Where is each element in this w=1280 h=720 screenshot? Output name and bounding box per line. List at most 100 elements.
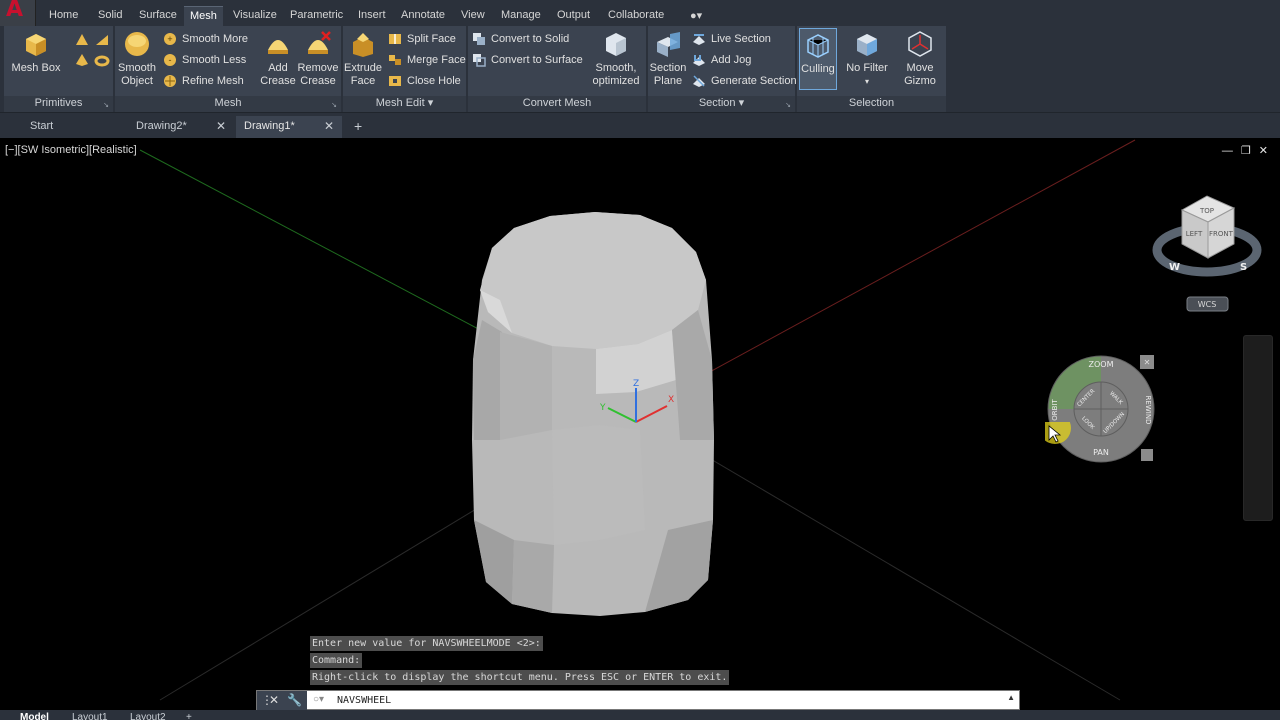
- close-icon[interactable]: ✕: [324, 116, 334, 136]
- layout-tab-layout2[interactable]: Layout2: [130, 712, 166, 720]
- tab-manage[interactable]: Manage: [501, 9, 541, 21]
- panel-launcher-icon[interactable]: ↘: [785, 101, 791, 109]
- smooth-more-button[interactable]: + Smooth More: [163, 30, 248, 48]
- convert-to-solid-label: Convert to Solid: [491, 33, 570, 45]
- split-face-button[interactable]: Split Face: [388, 30, 456, 48]
- mesh-wedge-icon[interactable]: [94, 32, 110, 48]
- tab-annotate[interactable]: Annotate: [401, 9, 445, 21]
- panel-mesh-edit: Extrude Face Split Face Merge Face Close…: [343, 26, 467, 112]
- minimize-icon[interactable]: —: [1222, 145, 1233, 157]
- panel-title-mesh[interactable]: Mesh: [115, 96, 341, 112]
- tab-home[interactable]: Home: [49, 9, 78, 21]
- tab-insert[interactable]: Insert: [358, 9, 386, 21]
- close-icon[interactable]: ✕: [1259, 145, 1268, 157]
- navwheel-menu-button[interactable]: [1141, 449, 1153, 461]
- no-filter-dropdown[interactable]: No Filter ▾: [841, 30, 893, 88]
- mesh-pyramid-icon[interactable]: [74, 52, 90, 68]
- close-icon[interactable]: ✕: [216, 116, 226, 136]
- culling-icon: [807, 34, 829, 58]
- mesh-cone-icon[interactable]: [74, 32, 90, 48]
- navwheel-rewind[interactable]: REWIND: [1144, 396, 1152, 425]
- smooth-optimized-dropdown[interactable]: Smooth, optimized: [588, 30, 644, 88]
- customize-wrench-icon[interactable]: 🔧: [287, 693, 302, 707]
- tab-mesh[interactable]: Mesh: [184, 6, 223, 26]
- restore-icon[interactable]: ❐: [1241, 145, 1251, 157]
- tab-collaborate[interactable]: Collaborate: [608, 9, 664, 21]
- command-line: ⋮ ✕ 🔧 ○▾ ▲: [256, 690, 1020, 711]
- viewport-controls-label[interactable]: [−][SW Isometric][Realistic]: [5, 144, 137, 156]
- navwheel-pan[interactable]: PAN: [1093, 448, 1109, 457]
- layout-tab-layout1[interactable]: Layout1: [72, 712, 108, 720]
- convert-mesh-title: Convert Mesh: [522, 97, 592, 109]
- section-plane-button[interactable]: Section Plane: [648, 30, 688, 88]
- doc-tab-start[interactable]: Start: [22, 116, 122, 138]
- remove-crease-button[interactable]: Remove Crease: [297, 30, 339, 88]
- layout-tab-model[interactable]: Model: [20, 712, 49, 720]
- move-gizmo-dropdown[interactable]: Move Gizmo: [897, 30, 943, 88]
- panel-title-primitives[interactable]: Primitives: [4, 96, 113, 112]
- panel-launcher-icon[interactable]: ↘: [331, 101, 337, 109]
- doc-tab-label: Start: [30, 120, 54, 132]
- add-layout-plus-icon[interactable]: +: [186, 712, 192, 720]
- ribbon-options-icon[interactable]: ●▾: [690, 9, 702, 22]
- tab-visualize[interactable]: Visualize: [233, 9, 277, 21]
- add-crease-button[interactable]: Add Crease: [259, 30, 297, 88]
- close-hole-button[interactable]: Close Hole: [388, 72, 461, 90]
- command-input[interactable]: [307, 691, 1019, 709]
- recent-commands-arrow-icon[interactable]: ▲: [1007, 693, 1015, 702]
- extrude-face-icon: [353, 33, 373, 57]
- culling-label: Culling: [801, 63, 835, 75]
- tab-surface[interactable]: Surface: [139, 9, 177, 21]
- viewport-window-controls: — ❐ ✕: [1214, 144, 1268, 157]
- command-history-line: Right-click to display the shortcut menu…: [310, 670, 730, 685]
- viewcube-top-label: TOP: [1199, 207, 1214, 215]
- section-plane-label-1: Section: [649, 62, 687, 74]
- panel-title-section[interactable]: Section ▾: [648, 96, 795, 112]
- add-jog-button[interactable]: Add Jog: [692, 51, 751, 69]
- merge-face-button[interactable]: Merge Face: [388, 51, 466, 69]
- smooth-object-icon: [125, 32, 149, 56]
- culling-toggle-button[interactable]: Culling: [799, 28, 837, 90]
- panel-launcher-icon[interactable]: ↘: [103, 101, 109, 109]
- extrude-face-label-2: Face: [350, 75, 376, 87]
- refine-mesh-button[interactable]: Refine Mesh: [163, 72, 244, 90]
- smooth-object-button[interactable]: Smooth Object: [117, 30, 157, 88]
- convert-to-solid-button[interactable]: Convert to Solid: [472, 30, 569, 48]
- mesh-box-button[interactable]: Mesh Box: [10, 30, 62, 75]
- panel-title-selection: Selection: [797, 96, 946, 112]
- mouse-cursor-icon: [1045, 422, 1071, 444]
- viewcube[interactable]: TOP LEFT FRONT W S WCS: [1152, 195, 1262, 312]
- smooth-less-button[interactable]: - Smooth Less: [163, 51, 246, 69]
- svg-text:Z: Z: [633, 379, 639, 389]
- close-icon[interactable]: ✕: [269, 693, 279, 707]
- navwheel-orbit[interactable]: ORBIT: [1051, 399, 1059, 421]
- convert-to-surface-button[interactable]: Convert to Surface: [472, 51, 583, 69]
- add-jog-icon: [693, 55, 705, 66]
- panel-title-convert-mesh: Convert Mesh: [468, 96, 646, 112]
- live-section-button[interactable]: Live Section: [692, 30, 771, 48]
- application-menu-button[interactable]: A: [0, 0, 36, 26]
- mesh-torus-icon[interactable]: [94, 52, 110, 68]
- compass-west-label[interactable]: W: [1169, 262, 1180, 273]
- live-section-icon: [693, 34, 705, 45]
- tab-view[interactable]: View: [461, 9, 485, 21]
- new-tab-plus-icon[interactable]: +: [354, 116, 362, 136]
- tab-output[interactable]: Output: [557, 9, 590, 21]
- tab-parametric[interactable]: Parametric: [290, 9, 343, 21]
- tab-solid[interactable]: Solid: [98, 9, 122, 21]
- generate-section-button[interactable]: Generate Section: [692, 72, 797, 90]
- refine-mesh-icon: [164, 75, 176, 87]
- mesh-box-icon: [26, 34, 46, 56]
- smooth-optimized-label-1: Smooth,: [595, 62, 637, 74]
- doc-tab-label: Drawing2*: [136, 120, 187, 132]
- close-icon: ✕: [1144, 358, 1151, 367]
- navwheel-zoom[interactable]: ZOOM: [1089, 360, 1114, 369]
- mesh-edit-title: Mesh Edit: [375, 97, 425, 109]
- panel-title-mesh-edit[interactable]: Mesh Edit ▾: [343, 96, 466, 112]
- no-filter-icon: [857, 34, 877, 56]
- compass-south-label[interactable]: S: [1240, 262, 1247, 273]
- extrude-face-button[interactable]: Extrude Face: [343, 30, 383, 88]
- mesh-cylinder-object[interactable]: [472, 212, 714, 616]
- navigation-bar[interactable]: [1243, 335, 1273, 521]
- autocad-window: A Home Solid Surface Mesh Visualize Para…: [0, 0, 1280, 720]
